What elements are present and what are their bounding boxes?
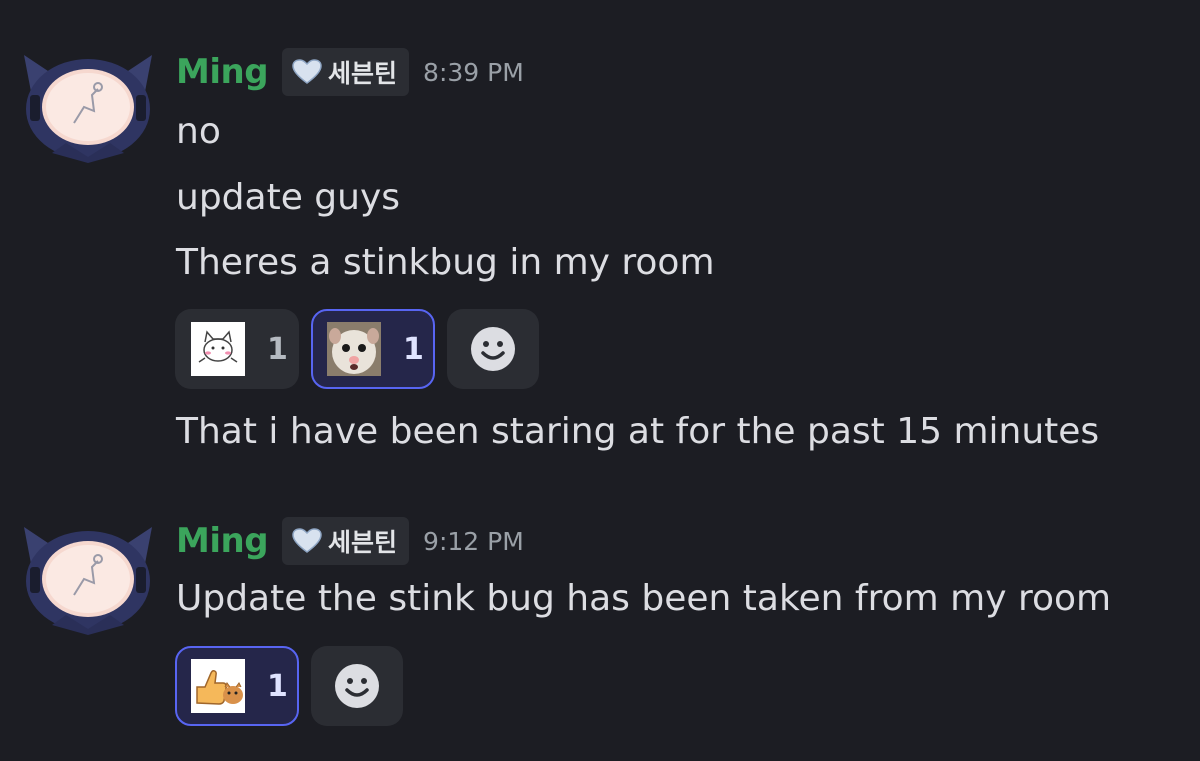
message-text: no [176,111,221,152]
username[interactable]: Ming [176,52,269,92]
user-avatar[interactable] [22,517,154,637]
reaction-button[interactable]: 1 [311,309,435,389]
timestamp[interactable]: 9:12 PM [423,527,524,556]
user-avatar[interactable] [22,45,154,165]
username[interactable]: Ming [176,521,269,561]
message-header: Ming 세븐틴 8:39 PM [176,47,524,97]
avatar-icon [24,527,152,635]
hamster-face-emoji [327,322,381,376]
smiley-icon [471,327,515,371]
timestamp[interactable]: 8:39 PM [423,58,524,87]
add-reaction-button[interactable] [447,309,539,389]
chat-area: Ming 세븐틴 8:39 PM no update guys Theres a… [0,0,1200,761]
role-tag[interactable]: 세븐틴 [282,517,410,565]
message-text: update guys [176,177,401,218]
avatar-icon [24,55,152,163]
add-reaction-button[interactable] [311,646,403,726]
reaction-button[interactable]: 1 [175,646,299,726]
reaction-bar: 1 1 [175,309,539,389]
role-tag[interactable]: 세븐틴 [282,48,410,96]
cat-sticker-emoji [191,322,245,376]
heart-icon [292,59,322,84]
message-text: Update the stink bug has been taken from… [176,578,1112,619]
reaction-count: 1 [267,331,288,367]
role-tag-label: 세븐틴 [328,59,398,88]
heart-icon [292,528,322,553]
smiley-icon [335,664,379,708]
message-text: That i have been staring at for the past… [176,411,1100,452]
message-text: Theres a stinkbug in my room [176,242,715,283]
reaction-count: 1 [403,331,424,367]
reaction-bar: 1 [175,646,403,726]
message-header: Ming 세븐틴 9:12 PM [176,516,524,566]
role-tag-label: 세븐틴 [328,528,398,557]
thumbs-up-animal-emoji [191,659,245,713]
reaction-button[interactable]: 1 [175,309,299,389]
reaction-count: 1 [267,668,288,704]
